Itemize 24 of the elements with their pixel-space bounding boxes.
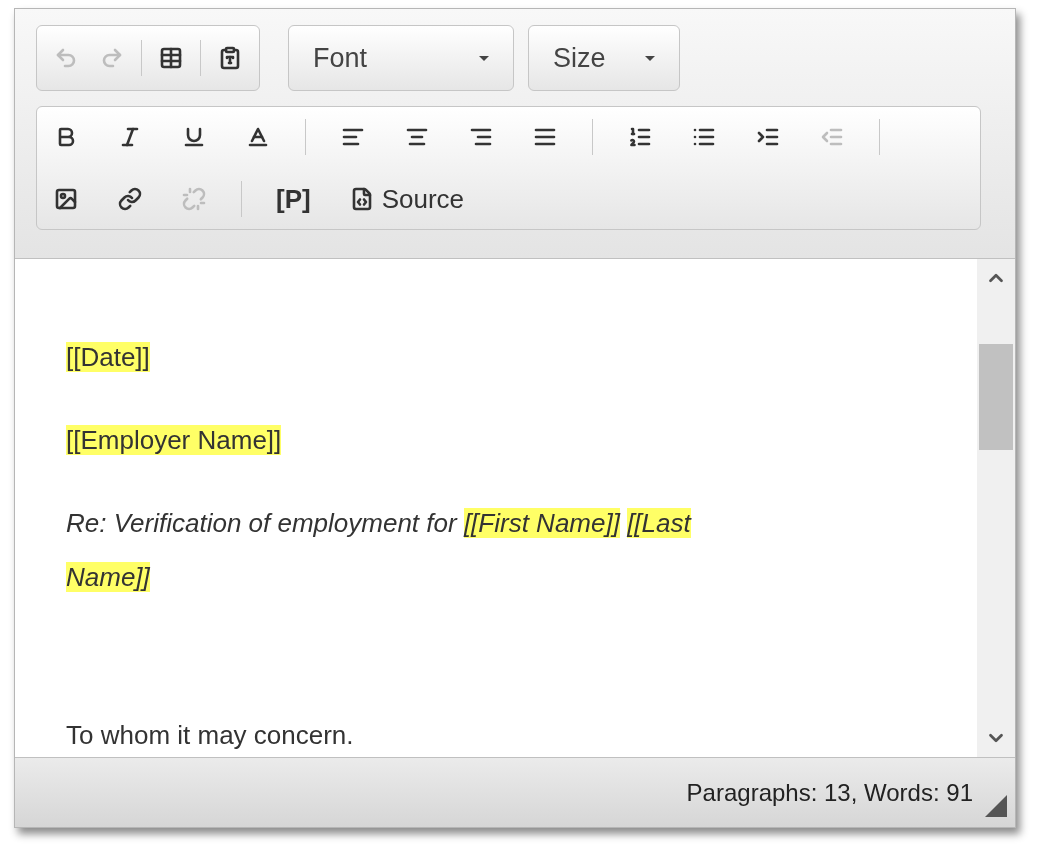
paste-text-icon xyxy=(218,46,242,70)
scrollbar[interactable] xyxy=(977,259,1015,757)
numbered-list-icon xyxy=(628,125,652,149)
caret-icon xyxy=(645,55,655,61)
caret-icon xyxy=(479,55,489,61)
resize-grip-icon[interactable] xyxy=(985,795,1007,817)
redo-icon xyxy=(100,46,124,70)
table-icon xyxy=(159,46,183,70)
image-icon xyxy=(54,187,78,211)
font-dropdown[interactable]: Font xyxy=(288,25,514,91)
word-count-text: Paragraphs: 13, Words: 91 xyxy=(686,777,973,808)
underline-icon xyxy=(182,125,206,149)
undo-icon xyxy=(54,46,78,70)
unlink-icon xyxy=(182,187,206,211)
source-button[interactable]: Source xyxy=(340,179,474,219)
placeholder-text: [[Employer Name]] xyxy=(66,425,282,455)
paragraph-text: Re: Verification of employment for xyxy=(66,508,457,538)
size-dropdown[interactable]: Size xyxy=(528,25,680,91)
scrollbar-thumb[interactable] xyxy=(979,344,1013,450)
paragraph-text: To whom it may concern. xyxy=(66,720,354,750)
text-color-icon xyxy=(246,125,270,149)
placeholder-button[interactable]: [P] xyxy=(268,179,319,219)
link-icon xyxy=(118,187,142,211)
placeholder-text: [[Date]] xyxy=(66,342,150,372)
